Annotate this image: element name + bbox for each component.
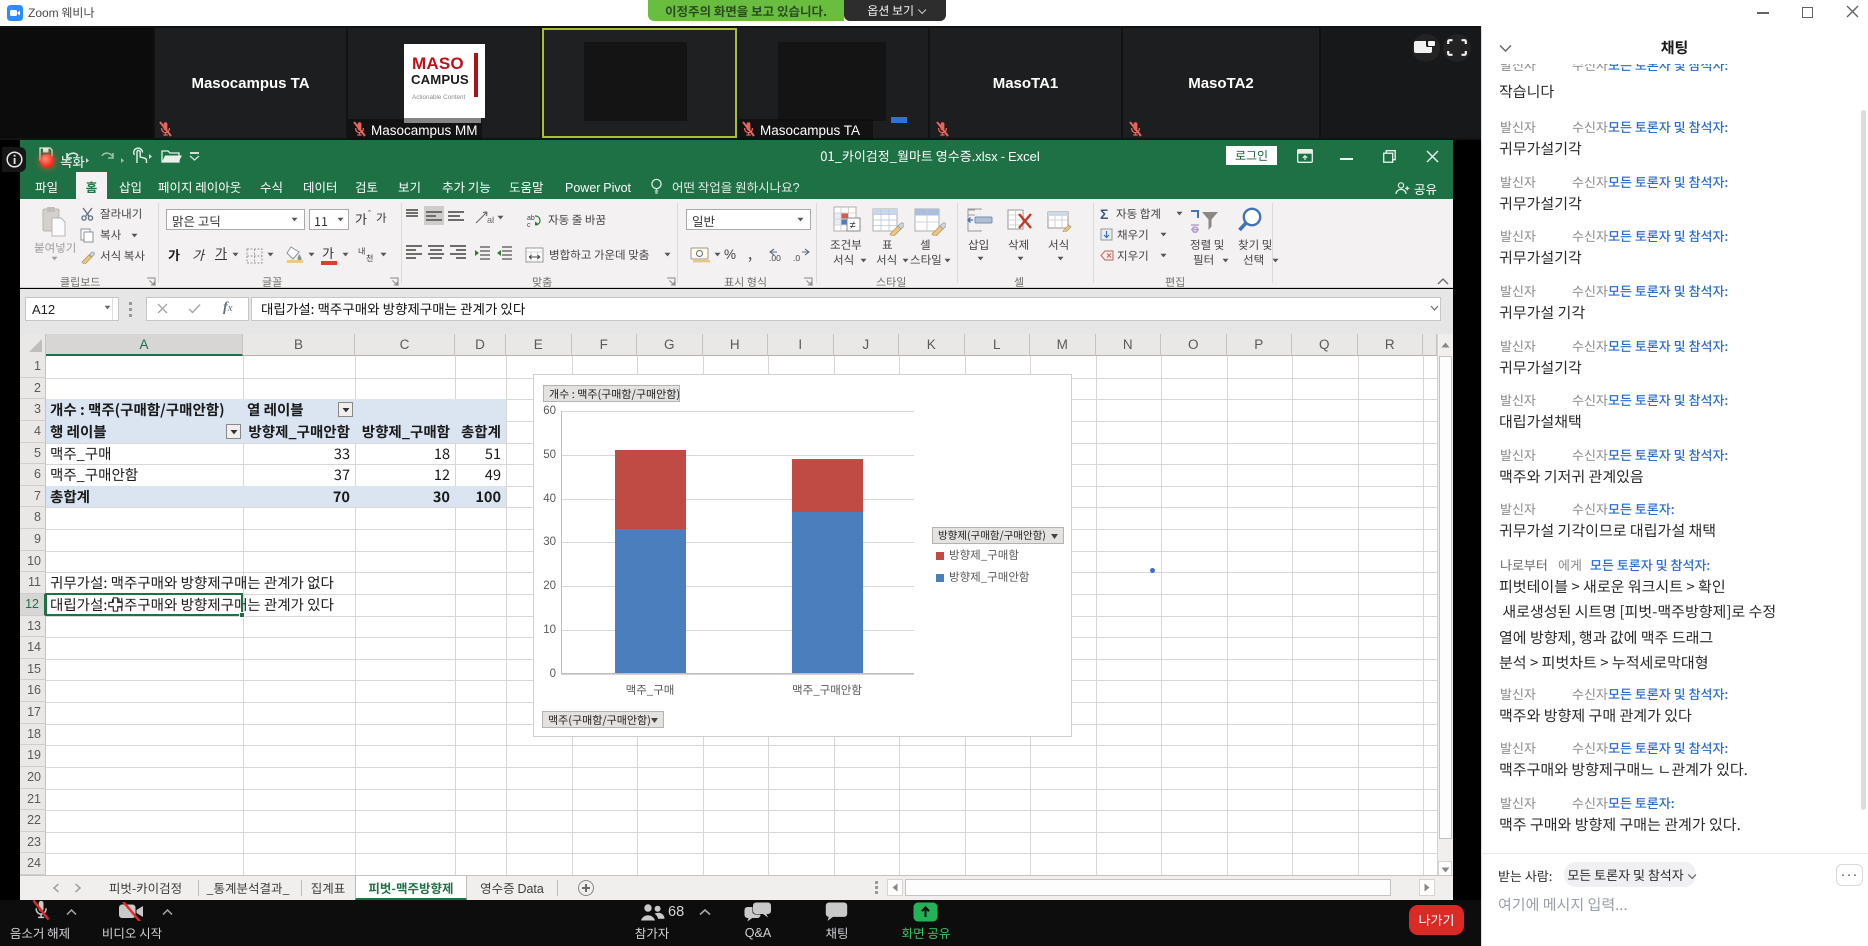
svg-text:ab: ab xyxy=(527,215,535,222)
svg-text:.0: .0 xyxy=(793,253,800,262)
svg-text:c: c xyxy=(527,222,531,228)
svg-text:천: 천 xyxy=(366,253,373,262)
svg-text:≠: ≠ xyxy=(850,220,856,232)
svg-text:.00: .00 xyxy=(769,253,781,262)
svg-text:ab: ab xyxy=(487,215,494,225)
svg-text:내: 내 xyxy=(358,246,365,257)
